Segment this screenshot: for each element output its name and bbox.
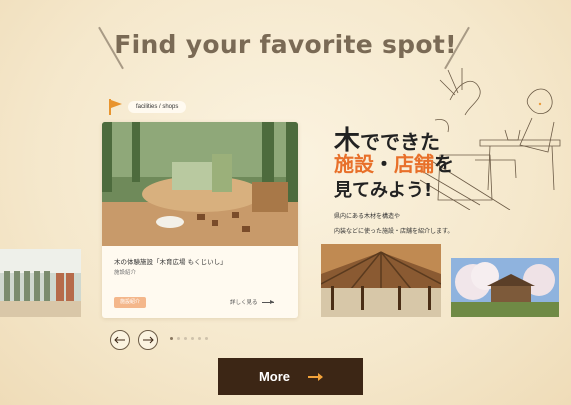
card-subtitle: 施設紹介 xyxy=(114,270,137,276)
section-heading: Find your favorite spot! xyxy=(0,14,571,74)
flag-icon xyxy=(108,99,122,115)
category-tag: facilities / shops xyxy=(108,98,187,116)
arrow-right-icon xyxy=(308,372,324,381)
pagination-dot[interactable] xyxy=(198,337,201,340)
promo-body-line1: 県内にある木材を構造や xyxy=(334,213,401,220)
more-button-label: More xyxy=(258,369,291,384)
card-detail-link[interactable]: 詳しく見る xyxy=(230,298,274,306)
featured-card[interactable]: 木の体験施設「木育広場 もくじいし」 施設紹介 施設紹介 詳しく見る xyxy=(102,122,298,318)
promo-separator: ・ xyxy=(374,152,394,176)
carousel-next-button[interactable] xyxy=(138,330,158,350)
carousel-photo-next[interactable] xyxy=(321,244,441,317)
carousel-prev-button[interactable] xyxy=(110,330,130,350)
arrow-right-icon xyxy=(143,336,154,344)
pagination-dot[interactable] xyxy=(184,337,187,340)
arrow-right-icon xyxy=(261,299,274,304)
card-photo xyxy=(102,122,298,246)
pagination-dot[interactable] xyxy=(177,337,180,340)
category-label: facilities / shops xyxy=(128,101,187,113)
promo-facility: 施設 xyxy=(334,152,374,176)
more-button[interactable]: More xyxy=(218,358,363,395)
pagination-dot[interactable] xyxy=(205,337,208,340)
card-link-label: 詳しく見る xyxy=(230,300,258,306)
cafe-illustration xyxy=(420,68,561,210)
pagination-dot[interactable] xyxy=(191,337,194,340)
promo-body-line2: 内装などに使った施設・店舗を紹介します。 xyxy=(334,228,454,235)
pagination-dot[interactable] xyxy=(170,337,173,340)
carousel-pagination xyxy=(170,337,208,340)
carousel-photo-prev[interactable] xyxy=(0,249,81,317)
promo-shop: 店舗 xyxy=(394,152,434,176)
promo-particle: を xyxy=(434,152,454,176)
arrow-left-icon xyxy=(114,336,125,344)
carousel-photo-after[interactable] xyxy=(451,258,559,317)
card-badge: 施設紹介 xyxy=(114,297,146,308)
promo-heading-line2: 施設・店舗を xyxy=(334,148,454,177)
card-title: 木の体験施設「木育広場 もくじいし」 xyxy=(114,258,227,266)
promo-heading-line3: 見てみよう! xyxy=(334,180,433,201)
page-title: Find your favorite spot! xyxy=(114,30,457,59)
